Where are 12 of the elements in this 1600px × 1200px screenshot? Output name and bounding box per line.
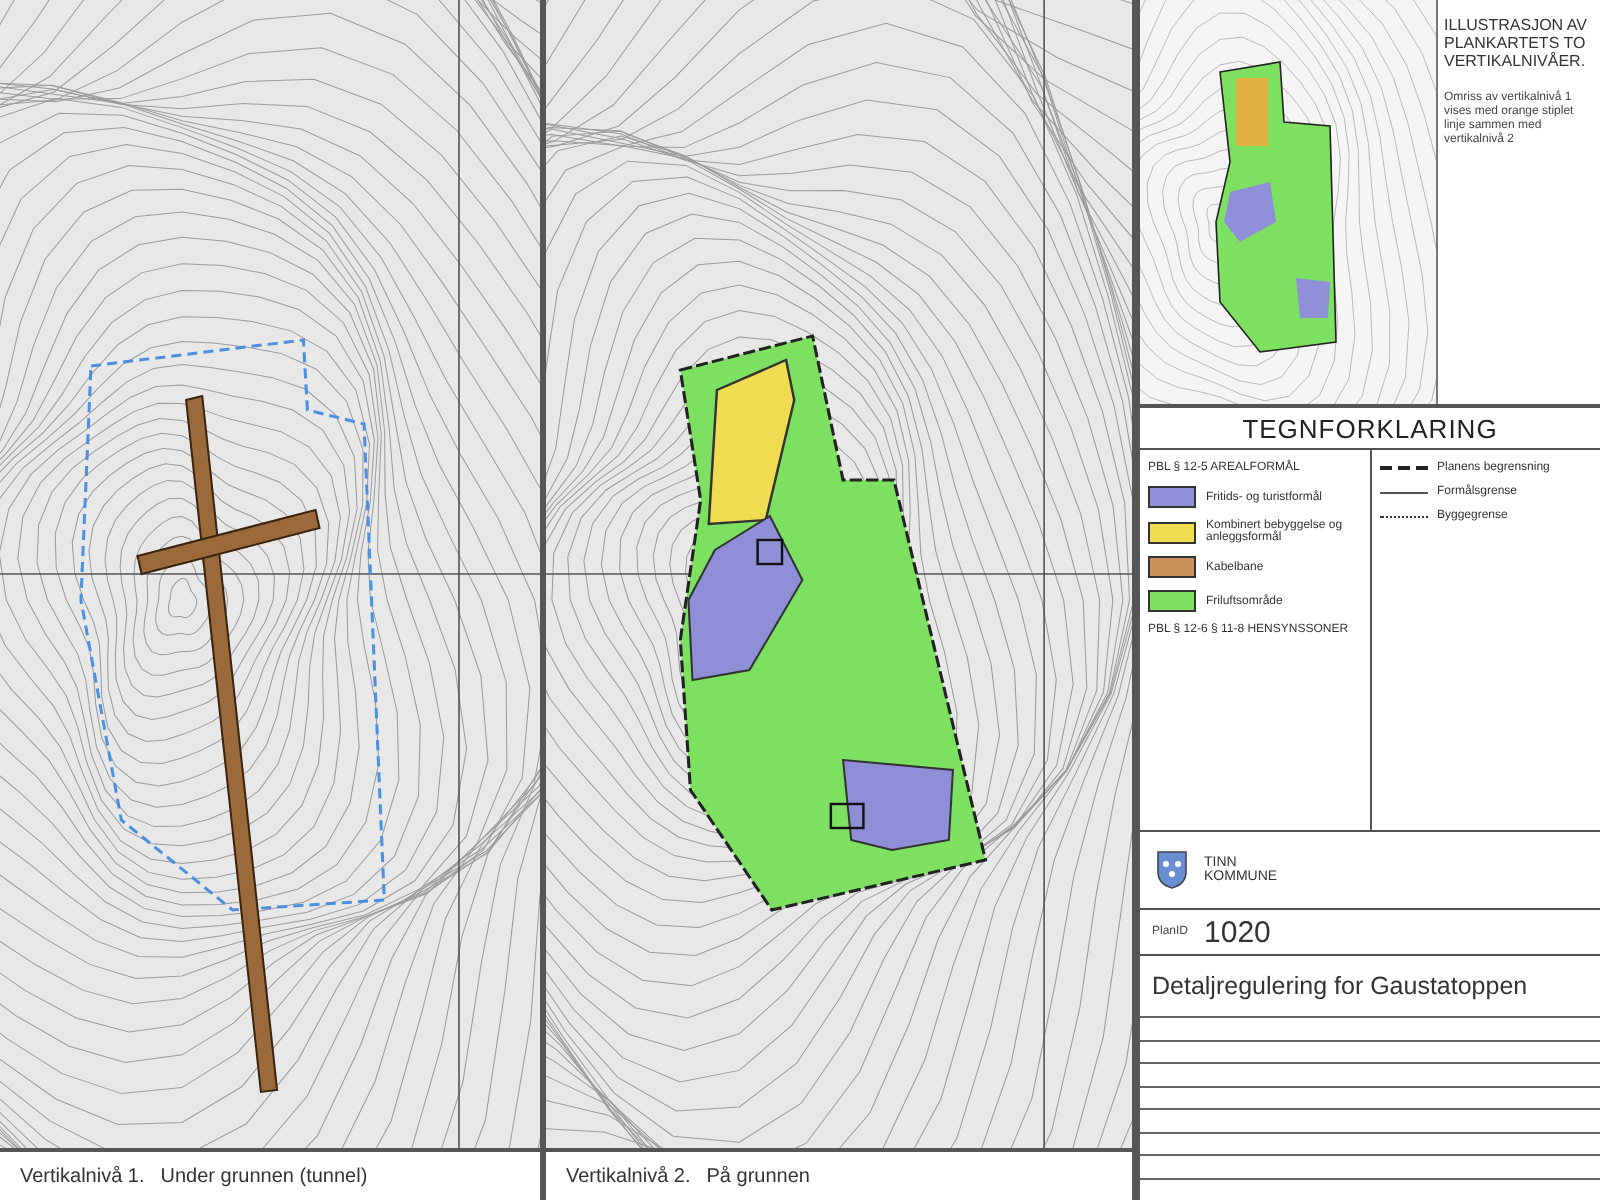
plan-title: Detaljregulering for Gaustatoppen [1152,972,1528,1000]
level-label: Vertikalnivå 1. [20,1165,145,1187]
legend-line-sample [1379,491,1427,493]
map-caption: På grunnen [706,1165,810,1187]
legend-line-sample [1379,466,1427,470]
legend-line-sample [1379,515,1427,517]
map-caption: Under grunnen (tunnel) [160,1165,368,1187]
level-label: Vertikalnivå 2. [566,1165,691,1187]
coat-of-arms-icon [1156,850,1188,890]
legend-title: TEGNFORKLARING [1140,408,1600,450]
illustration-title: ILLUSTRASJON AV PLANKARTETS TO VERTIKALNIVÅER. [1444,16,1589,72]
plan-id: 1020 [1204,915,1271,949]
